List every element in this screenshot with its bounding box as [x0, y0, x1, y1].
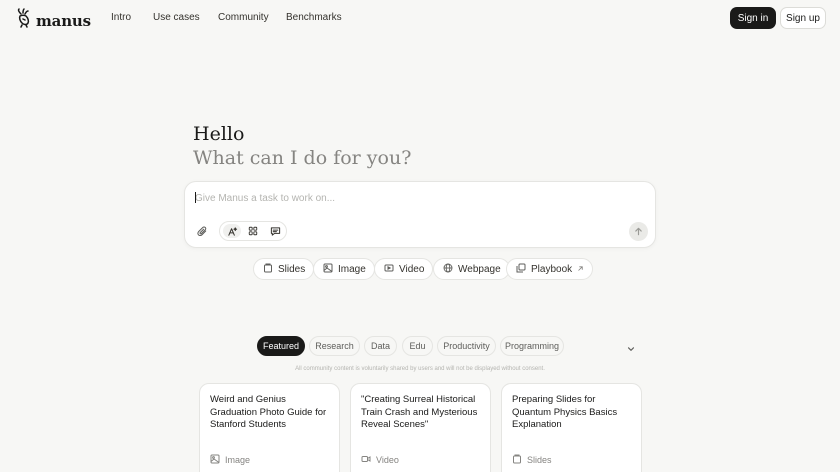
card-title: "Creating Surreal Historical Train Crash…: [361, 394, 478, 430]
quick-action-webpage[interactable]: Webpage: [433, 258, 510, 280]
video-icon: [384, 263, 394, 276]
brand-logo[interactable]: manus: [16, 8, 91, 33]
composer-tool-group: [219, 221, 287, 241]
top-nav: manus Intro Use cases Community Benchmar…: [0, 0, 840, 36]
gallery-disclaimer: All community content is voluntarily sha…: [295, 366, 545, 372]
card-tag-label: Video: [376, 455, 399, 465]
quick-action-slides[interactable]: Slides: [253, 258, 315, 280]
card-tag-label: Image: [225, 455, 251, 465]
apps-grid-icon[interactable]: [244, 224, 262, 238]
nav-link-use-cases[interactable]: Use cases: [153, 12, 200, 23]
nav-link-benchmarks[interactable]: Benchmarks: [286, 12, 342, 23]
quick-action-video[interactable]: Video: [374, 258, 434, 280]
brand-name: manus: [36, 11, 91, 30]
nav-link-intro[interactable]: Intro: [111, 12, 131, 23]
gallery-card[interactable]: Weird and Genius Graduation Photo Guide …: [199, 383, 340, 472]
quick-action-label: Playbook: [531, 263, 573, 275]
card-title: Weird and Genius Graduation Photo Guide …: [210, 394, 327, 430]
arrow-up-icon: [634, 223, 643, 241]
agent-mode-icon[interactable]: [223, 224, 241, 238]
chat-icon[interactable]: [266, 224, 284, 238]
slides-icon: [263, 263, 273, 276]
gallery-card[interactable]: "Creating Surreal Historical Train Crash…: [350, 383, 491, 472]
paperclip-icon[interactable]: [195, 224, 209, 238]
card-tag: Slides: [512, 454, 552, 466]
slides-icon: [512, 454, 522, 466]
playbook-icon: [516, 263, 526, 276]
tab-data[interactable]: Data: [364, 336, 397, 356]
globe-icon: [443, 263, 453, 276]
tab-edu[interactable]: Edu: [402, 336, 433, 356]
card-title: Preparing Slides for Quantum Physics Bas…: [512, 394, 618, 430]
task-input[interactable]: [195, 190, 635, 206]
tab-featured[interactable]: Featured: [257, 336, 305, 356]
quick-action-image[interactable]: Image: [313, 258, 375, 280]
sign-up-button[interactable]: Sign up: [780, 7, 826, 29]
tab-programming[interactable]: Programming: [500, 336, 564, 356]
quick-action-label: Video: [399, 263, 425, 275]
chevron-down-icon[interactable]: [626, 341, 636, 351]
greeting-heading: Hello: [193, 123, 245, 145]
nav-link-community[interactable]: Community: [218, 12, 269, 23]
arrow-up-right-icon: [577, 264, 584, 275]
image-icon: [210, 454, 220, 466]
video-icon: [361, 454, 371, 466]
sign-in-button[interactable]: Sign in: [730, 7, 776, 29]
quick-action-label: Slides: [278, 263, 306, 275]
card-tag: Video: [361, 454, 399, 466]
greeting-subheading: What can I do for you?: [193, 147, 412, 169]
gallery-tabs: Featured Research Data Edu Productivity …: [0, 336, 840, 356]
manus-hand-icon: [16, 8, 32, 33]
task-composer: [184, 181, 656, 248]
send-button[interactable]: [629, 222, 648, 241]
gallery-card[interactable]: Preparing Slides for Quantum Physics Bas…: [501, 383, 642, 472]
quick-action-label: Image: [338, 263, 366, 275]
tab-productivity[interactable]: Productivity: [437, 336, 496, 356]
text-caret: [195, 192, 196, 203]
quick-action-playbook[interactable]: Playbook: [506, 258, 594, 280]
quick-action-label: Webpage: [458, 263, 501, 275]
card-tag: Image: [210, 454, 250, 466]
image-icon: [323, 263, 333, 276]
tab-research[interactable]: Research: [309, 336, 360, 356]
card-tag-label: Slides: [527, 455, 552, 465]
